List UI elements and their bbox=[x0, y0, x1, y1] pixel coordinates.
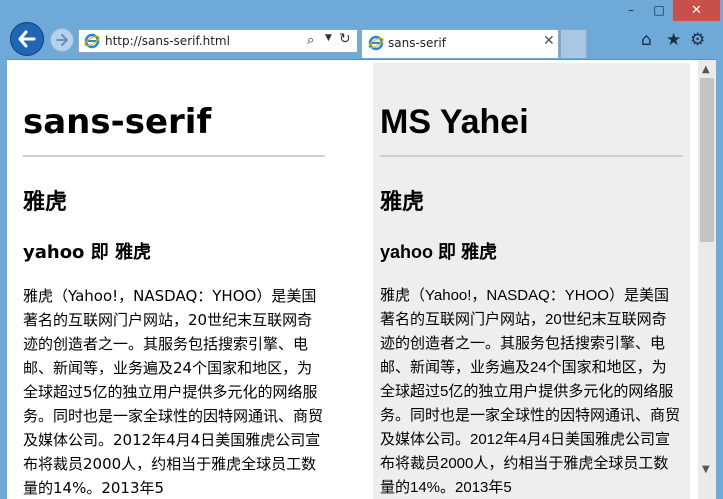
column-subsubheading: yahoo 即 雅虎 bbox=[23, 242, 151, 263]
scroll-down-icon[interactable]: ▼ bbox=[702, 464, 710, 475]
scrollbar-thumb[interactable] bbox=[700, 78, 714, 242]
forward-button[interactable] bbox=[50, 28, 74, 52]
column-paragraph: 雅虎（Yahoo!，NASDAQ：YHOO）是美国著名的互联网门户网站，20世纪… bbox=[23, 287, 324, 497]
window-frame-left bbox=[0, 59, 7, 499]
maximize-button[interactable]: □ bbox=[645, 0, 673, 21]
sans-serif-column: sans-serif 雅虎 yahoo 即 雅虎 雅虎（Yahoo!，NASDA… bbox=[23, 60, 327, 499]
close-button[interactable]: ✕ bbox=[673, 0, 720, 21]
search-icon[interactable]: ⌕ bbox=[307, 33, 314, 48]
back-button[interactable] bbox=[10, 22, 44, 56]
ie-icon bbox=[368, 35, 384, 51]
address-url[interactable]: http://sans-serif.html bbox=[105, 34, 230, 48]
tab-title: sans-serif bbox=[388, 36, 446, 50]
minimize-button[interactable]: – bbox=[617, 0, 645, 21]
tab-sans-serif[interactable]: sans-serif ✕ bbox=[361, 29, 559, 58]
browser-chrome: – □ ✕ http://sans-serif.html ⌕ ▼ ↻ sans-… bbox=[0, 0, 723, 60]
column-subsubheading: yahoo 即 雅虎 bbox=[380, 242, 498, 262]
gear-icon[interactable]: ⚙ bbox=[690, 30, 705, 50]
column-heading: sans-serif bbox=[23, 102, 212, 142]
divider bbox=[23, 155, 325, 157]
refresh-icon[interactable]: ↻ bbox=[339, 31, 351, 47]
back-icon bbox=[18, 30, 36, 48]
column-paragraph: 雅虎（Yahoo!，NASDAQ：YHOO）是美国著名的互联网门户网站，20世纪… bbox=[380, 287, 681, 496]
column-subheading: 雅虎 bbox=[23, 190, 68, 215]
ie-icon bbox=[84, 33, 100, 49]
divider bbox=[380, 155, 683, 157]
column-heading: MS Yahei bbox=[380, 103, 529, 141]
vertical-scrollbar[interactable]: ▲ ▼ bbox=[698, 60, 716, 499]
forward-icon bbox=[56, 34, 68, 46]
column-subheading: 雅虎 bbox=[380, 189, 425, 214]
favorites-icon[interactable]: ★ bbox=[666, 30, 681, 50]
page-viewport: sans-serif 雅虎 yahoo 即 雅虎 雅虎（Yahoo!，NASDA… bbox=[7, 60, 698, 499]
close-tab-icon[interactable]: ✕ bbox=[543, 33, 555, 49]
window-frame-right bbox=[716, 59, 723, 499]
chevron-down-icon[interactable]: ▼ bbox=[325, 33, 332, 43]
scroll-up-icon[interactable]: ▲ bbox=[702, 64, 710, 75]
ms-yahei-column: MS Yahei 雅虎 yahoo 即 雅虎 雅虎（Yahoo!，NASDAQ：… bbox=[373, 63, 690, 499]
new-tab-button[interactable] bbox=[560, 29, 587, 58]
home-icon[interactable]: ⌂ bbox=[641, 30, 652, 50]
address-bar[interactable]: http://sans-serif.html ⌕ ▼ ↻ bbox=[78, 29, 358, 53]
